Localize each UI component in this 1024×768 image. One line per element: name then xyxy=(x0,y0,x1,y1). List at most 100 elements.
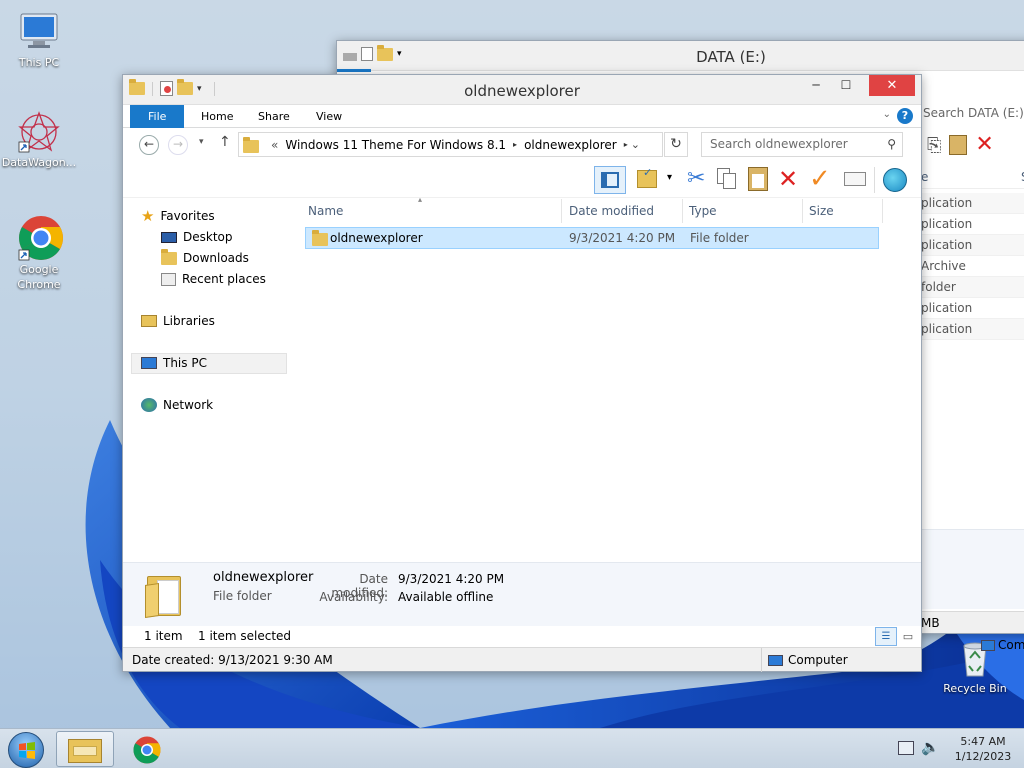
network-icon xyxy=(141,398,157,412)
desktop-icon-label: Recycle Bin xyxy=(943,682,1007,695)
cut-icon[interactable]: ✂ xyxy=(687,166,705,191)
address-bar[interactable]: « Windows 11 Theme For Windows 8.1 ▸ old… xyxy=(238,132,663,157)
back-row-type: plication xyxy=(921,301,973,315)
navigation-pane: ★ Favorites Desktop Downloads Recent plac… xyxy=(123,199,287,561)
back-table-row[interactable]: plication xyxy=(921,298,1024,319)
nav-this-pc[interactable]: This PC xyxy=(141,353,207,373)
back-col-type-label: e xyxy=(921,170,929,184)
tab-home[interactable]: Home xyxy=(189,105,245,128)
clock[interactable]: 5:47 AM 1/12/2023 xyxy=(948,734,1018,764)
folder-options-icon[interactable]: ✓ xyxy=(637,166,657,188)
taskbar-chrome[interactable] xyxy=(118,731,176,767)
rename-checkmark-icon[interactable]: ✓ xyxy=(809,164,831,194)
volume-icon[interactable]: 🔈 xyxy=(921,738,940,756)
back-button[interactable]: ← xyxy=(139,135,159,155)
address-dropdown-icon[interactable]: ⌄ xyxy=(631,138,640,151)
refresh-button[interactable]: ↻ xyxy=(664,132,688,157)
back-table-row[interactable]: folder xyxy=(921,277,1024,298)
titlebar: ▾ oldnewexplorer ─ ☐ ✕ xyxy=(123,75,921,105)
table-row[interactable]: oldnewexplorer 9/3/2021 4:20 PM File fol… xyxy=(305,227,879,249)
details-view-button[interactable]: ☰ xyxy=(875,627,897,646)
minimize-button[interactable]: ─ xyxy=(801,75,831,96)
breadcrumb-item[interactable]: oldnewexplorer xyxy=(524,138,617,152)
tab-view[interactable]: View xyxy=(304,105,354,128)
delete-icon[interactable]: ✕ xyxy=(778,165,798,193)
folder-icon xyxy=(243,136,259,153)
back-row-type: plication xyxy=(921,196,973,210)
breadcrumb-overflow[interactable]: « xyxy=(271,138,278,152)
column-header-date[interactable]: Date modified xyxy=(563,199,678,223)
network-tray-icon[interactable] xyxy=(898,741,914,755)
back-table-row[interactable]: Archive xyxy=(921,256,1024,277)
back-col-type[interactable]: eS xyxy=(921,165,1024,189)
search-placeholder: Search oldnewexplorer xyxy=(710,137,848,151)
globe-icon[interactable] xyxy=(883,168,907,192)
back-table-row[interactable]: plication xyxy=(921,193,1024,214)
column-header-size[interactable]: Size xyxy=(803,199,883,223)
back-titlebar: ▾ DATA (E:) xyxy=(337,41,1024,72)
recent-locations-chevron-icon[interactable]: ▾ xyxy=(199,137,204,147)
paste-icon[interactable] xyxy=(949,135,968,155)
content-area: ★ Favorites Desktop Downloads Recent plac… xyxy=(123,195,921,561)
start-button[interactable] xyxy=(8,732,44,768)
file-type: File folder xyxy=(690,231,749,245)
tab-file[interactable]: File xyxy=(130,105,185,128)
taskbar-file-explorer[interactable] xyxy=(56,731,114,767)
nav-libraries[interactable]: Libraries xyxy=(141,311,215,331)
breadcrumb-item[interactable]: Windows 11 Theme For Windows 8.1 xyxy=(285,138,506,152)
back-table-row[interactable]: plication xyxy=(921,235,1024,256)
ribbon-tabs: File Home Share View ⌄ ? xyxy=(123,105,921,128)
nav-desktop[interactable]: Desktop xyxy=(161,227,233,247)
nav-label: Downloads xyxy=(183,251,249,265)
desktop-icon-this-pc[interactable]: This PC xyxy=(0,10,78,69)
search-input[interactable]: Search oldnewexplorer ⚲ xyxy=(701,132,903,157)
computer-icon xyxy=(768,655,783,666)
back-search-input[interactable]: Search DATA (E:) xyxy=(921,103,1024,123)
nav-recent-places[interactable]: Recent places xyxy=(161,269,266,289)
back-row-type: Archive xyxy=(921,259,966,273)
nav-label: This PC xyxy=(163,356,207,370)
properties-button-icon[interactable] xyxy=(844,172,866,186)
nav-label: Favorites xyxy=(160,209,215,223)
help-icon[interactable]: ? xyxy=(897,108,913,124)
desktop-icon xyxy=(161,231,177,243)
address-row: ← → ▾ ↑ « Windows 11 Theme For Windows 8… xyxy=(123,128,921,162)
copy-icon[interactable]: ⎘ xyxy=(927,135,941,156)
copy-icon[interactable] xyxy=(717,168,737,190)
nav-downloads[interactable]: Downloads xyxy=(161,248,249,268)
large-icons-view-button[interactable]: ▭ xyxy=(898,627,918,646)
desktop-icon-datawagon[interactable]: DataWagon... xyxy=(0,110,78,169)
status-bar: 1 item 1 item selected ☰ ▭ xyxy=(123,626,921,647)
details-pane: oldnewexplorer File folder Date modified… xyxy=(123,562,921,626)
tab-share[interactable]: Share xyxy=(246,105,302,128)
preview-pane-button[interactable] xyxy=(594,166,626,194)
file-date: 9/3/2021 4:20 PM xyxy=(569,231,676,245)
delete-icon[interactable]: ✕ xyxy=(975,134,993,156)
selected-count: 1 item selected xyxy=(198,629,292,643)
windows-logo-icon xyxy=(19,742,35,759)
column-header-type[interactable]: Type xyxy=(683,199,798,223)
explorer-window[interactable]: ▾ oldnewexplorer ─ ☐ ✕ File Home Share V… xyxy=(122,74,922,672)
up-button[interactable]: ↑ xyxy=(219,134,231,150)
forward-button[interactable]: → xyxy=(168,135,188,155)
back-table-row[interactable]: plication xyxy=(921,214,1024,235)
breadcrumb-separator-icon[interactable]: ▸ xyxy=(513,140,517,149)
computer-icon xyxy=(981,639,995,651)
expand-ribbon-icon[interactable]: ⌄ xyxy=(883,109,891,120)
breadcrumb-separator-icon[interactable]: ▸ xyxy=(624,140,628,149)
toolbar-divider xyxy=(874,167,875,193)
folder-options-dropdown-icon[interactable]: ▾ xyxy=(667,172,672,183)
close-button[interactable]: ✕ xyxy=(869,75,915,96)
item-count: 1 item xyxy=(144,629,183,643)
details-name: oldnewexplorer xyxy=(213,570,314,585)
maximize-button[interactable]: ☐ xyxy=(831,75,861,96)
preview-pane-icon xyxy=(601,172,619,188)
nav-favorites[interactable]: ★ Favorites xyxy=(141,206,215,226)
desktop-icon-chrome[interactable]: Google Chrome xyxy=(0,214,78,292)
column-header-name[interactable]: Name xyxy=(302,199,552,223)
back-table-row[interactable]: plication xyxy=(921,319,1024,340)
back-file-list: plication plication plication Archive folder… xyxy=(921,193,1024,340)
nav-network[interactable]: Network xyxy=(141,395,213,415)
command-toolbar: ✓ ▾ ✂ ✕ ✓ xyxy=(123,162,921,198)
paste-icon[interactable] xyxy=(748,167,768,191)
